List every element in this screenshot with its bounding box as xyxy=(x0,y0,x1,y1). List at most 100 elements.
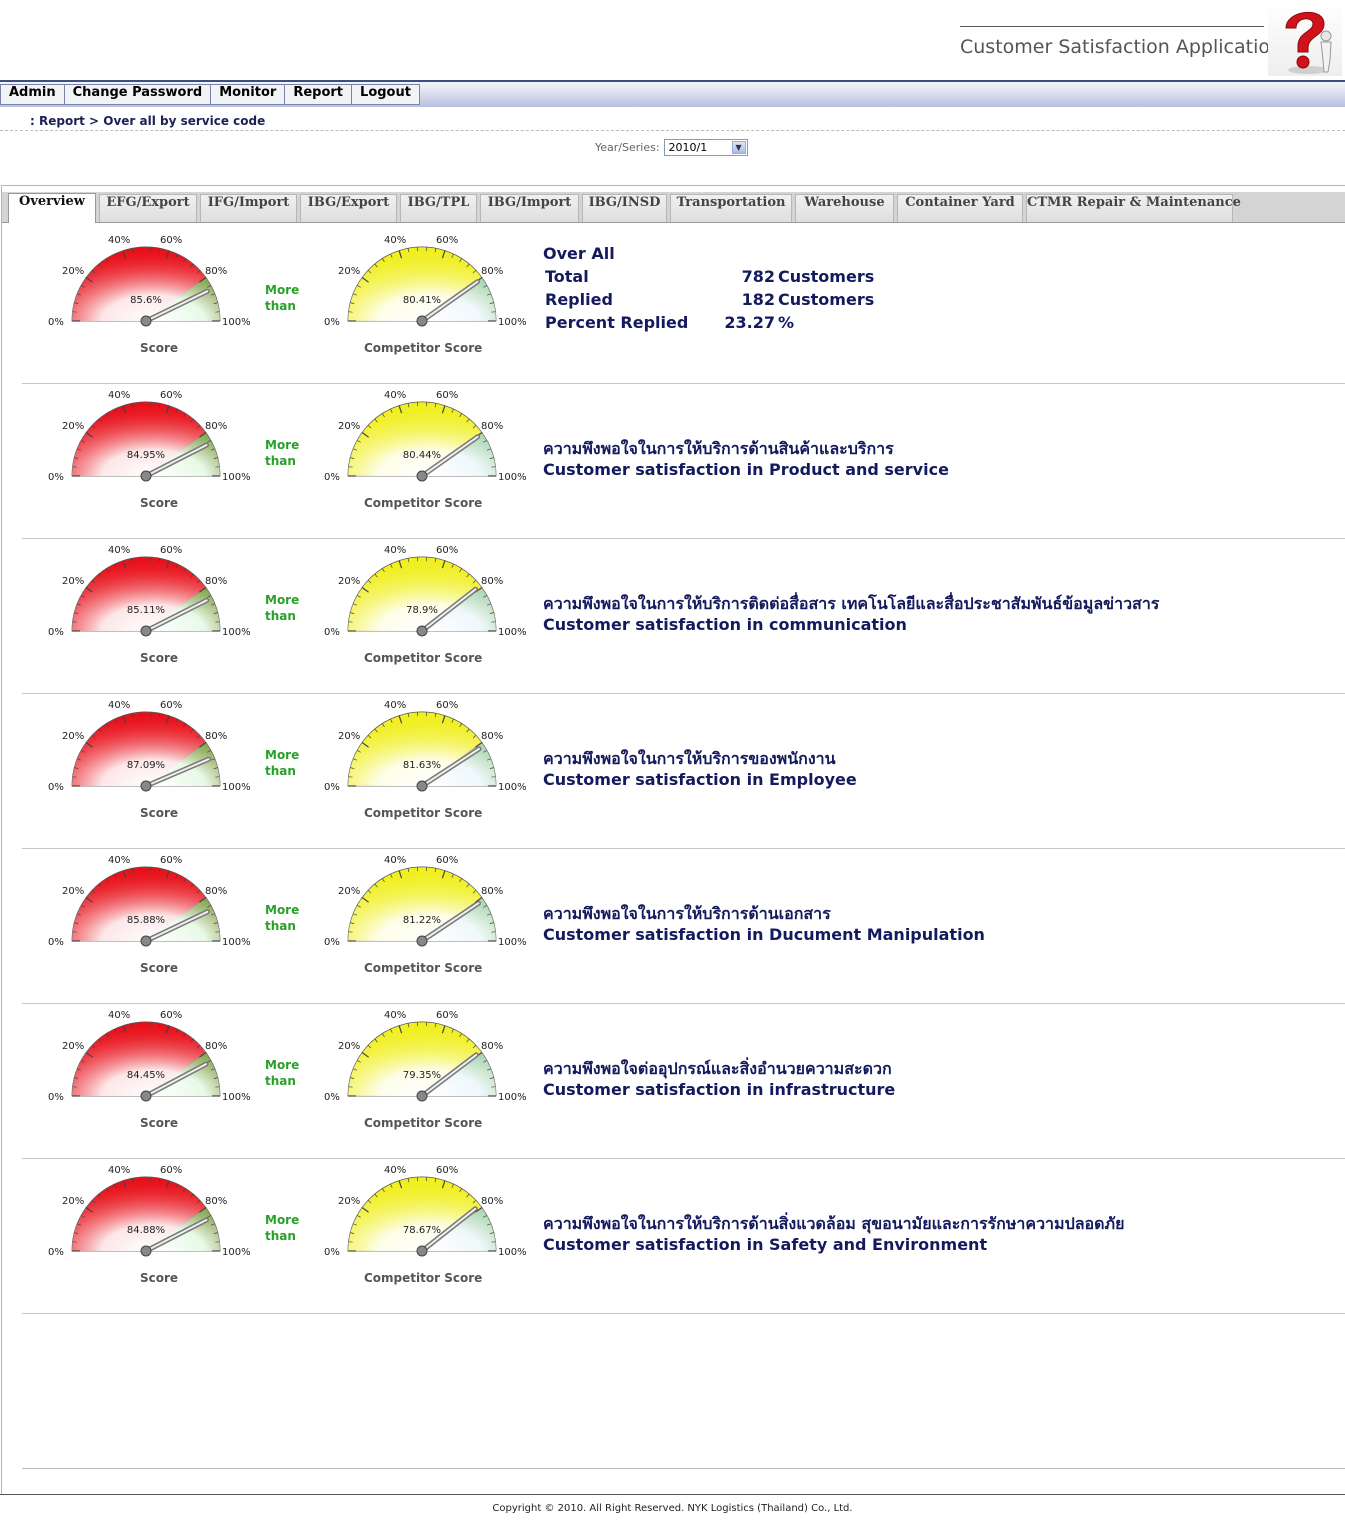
menu-change-password[interactable]: Change Password xyxy=(64,84,212,105)
score-gauge-dial: 0% 20% 40% 60% 80% 100% 85.11% xyxy=(48,545,251,638)
competitor-gauge-tick-label: 20% xyxy=(338,1041,360,1052)
tab-efg-export[interactable]: EFG/Export xyxy=(99,194,197,222)
tab-ibg-export[interactable]: IBG/Export xyxy=(300,194,397,222)
score-gauge-tick-label: 0% xyxy=(48,317,64,328)
competitor-gauge-tick xyxy=(348,931,353,933)
competitor-gauge: 0% 20% 40% 60% 80% 100% 80.41% Competitor Score xyxy=(298,229,538,369)
tab-ctmr-repair-maintenance[interactable]: CTMR Repair & Maintenance xyxy=(1026,194,1241,222)
score-gauge-tick-label: 40% xyxy=(108,700,130,711)
score-gauge-tick-label: 0% xyxy=(48,627,64,638)
competitor-gauge-tick xyxy=(348,311,353,313)
score-gauge: 0% 20% 40% 60% 80% 100% 87.09% Score xyxy=(22,694,262,834)
competitor-gauge-tick-label: 60% xyxy=(436,390,458,401)
app-title: Customer Satisfaction Application. xyxy=(960,36,1289,58)
competitor-gauge-dial: 0% 20% 40% 60% 80% 100% 80.44% xyxy=(324,390,527,483)
score-gauge-dial: 0% 20% 40% 60% 80% 100% 84.95% xyxy=(48,390,251,483)
competitor-gauge-dial: 0% 20% 40% 60% 80% 100% 78.67% xyxy=(324,1165,527,1258)
competitor-gauge-tick-label: 40% xyxy=(384,545,406,556)
competitor-gauge-tick xyxy=(491,1241,496,1243)
score-gauge-tick-label: 0% xyxy=(48,937,64,948)
competitor-gauge-tick xyxy=(491,466,496,468)
score-gauge-tick-label: 100% xyxy=(222,937,251,948)
header: Customer Satisfaction Application. xyxy=(0,0,1345,80)
score-gauge-dial: 0% 20% 40% 60% 80% 100% 84.45% xyxy=(48,1010,251,1103)
category-title-english: Customer satisfaction in infrastructure xyxy=(543,1080,896,1099)
service-tabs: Overview EFG/Export IFG/Import IBG/Expor… xyxy=(2,192,1345,223)
menu-admin[interactable]: Admin xyxy=(0,84,65,105)
score-gauge-hub xyxy=(140,1090,152,1102)
score-gauge-tick-label: 0% xyxy=(48,1247,64,1258)
score-gauge-tick-label: 40% xyxy=(108,855,130,866)
score-gauge-dial: 0% 20% 40% 60% 80% 100% 85.6% xyxy=(48,235,251,328)
competitor-gauge-tick-label: 0% xyxy=(324,472,340,483)
score-gauge-tick-label: 0% xyxy=(48,782,64,793)
score-gauge-value: 85.88% xyxy=(127,915,165,926)
competitor-gauge-tick-label: 80% xyxy=(481,266,503,277)
score-gauge: 0% 20% 40% 60% 80% 100% 84.95% Score xyxy=(22,384,262,524)
tab-container-yard[interactable]: Container Yard xyxy=(897,194,1023,222)
competitor-gauge-tick-label: 60% xyxy=(436,855,458,866)
competitor-gauge-dial: 0% 20% 40% 60% 80% 100% 81.63% xyxy=(324,700,527,793)
competitor-gauge-tick-label: 0% xyxy=(324,937,340,948)
year-series-filter: Year/Series: 2010/1 ▼ xyxy=(595,139,748,156)
score-gauge-tick-label: 80% xyxy=(205,266,227,277)
competitor-gauge-tick-label: 80% xyxy=(481,1041,503,1052)
menu-logout[interactable]: Logout xyxy=(352,84,420,105)
competitor-gauge-dial: 0% 20% 40% 60% 80% 100% 81.22% xyxy=(324,855,527,948)
score-label: Score xyxy=(140,961,179,975)
score-gauge-tick-label: 100% xyxy=(222,782,251,793)
competitor-gauge-tick-label: 20% xyxy=(338,731,360,742)
score-gauge-shine xyxy=(72,402,220,476)
competitor-gauge-value: 79.35% xyxy=(403,1070,441,1081)
score-gauge-tick xyxy=(72,621,77,623)
competitor-gauge-hub xyxy=(416,470,428,482)
category-row: 0% 20% 40% 60% 80% 100% 87.09% Score More than 0% 2… xyxy=(22,694,1345,849)
category-row: 0% 20% 40% 60% 80% 100% 84.45% Score More than 0% 2… xyxy=(22,1004,1345,1159)
competitor-gauge-tick-label: 40% xyxy=(384,1010,406,1021)
menu-report[interactable]: Report xyxy=(285,84,353,105)
category-title-english: Customer satisfaction in Safety and Envi… xyxy=(543,1235,988,1254)
score-label: Score xyxy=(140,496,179,510)
category-title-english: Customer satisfaction in Employee xyxy=(543,770,857,789)
score-gauge-tick-label: 20% xyxy=(62,886,84,897)
score-gauge-tick-label: 20% xyxy=(62,421,84,432)
score-gauge-hub xyxy=(140,315,152,327)
content-bottom-divider xyxy=(22,1468,1345,1469)
tab-warehouse[interactable]: Warehouse xyxy=(795,194,894,222)
competitor-gauge-tick-label: 100% xyxy=(498,937,527,948)
competitor-gauge-hub xyxy=(416,1245,428,1257)
competitor-gauge-tick-label: 60% xyxy=(436,545,458,556)
score-label: Score xyxy=(140,806,179,820)
score-gauge-hub xyxy=(140,625,152,637)
competitor-gauge-tick-label: 40% xyxy=(384,700,406,711)
score-gauge-tick xyxy=(72,776,77,778)
score-gauge-value: 85.11% xyxy=(127,605,165,616)
competitor-gauge-shine xyxy=(348,712,496,786)
percent-replied-value: 23.27 xyxy=(724,313,775,332)
menu-monitor[interactable]: Monitor xyxy=(211,84,286,105)
year-series-select[interactable]: 2010/1 ▼ xyxy=(663,139,748,156)
tab-ibg-tpl[interactable]: IBG/TPL xyxy=(400,194,477,222)
tab-overview[interactable]: Overview xyxy=(8,193,96,223)
competitor-gauge-tick-label: 0% xyxy=(324,1247,340,1258)
category-row: 0% 20% 40% 60% 80% 100% 85.88% Score More than 0% 2… xyxy=(22,849,1345,1004)
score-gauge-hub xyxy=(140,1245,152,1257)
competitor-gauge-tick-label: 60% xyxy=(436,235,458,246)
chevron-down-icon[interactable]: ▼ xyxy=(731,141,746,154)
competitor-gauge-value: 78.67% xyxy=(403,1225,441,1236)
competitor-gauge: 0% 20% 40% 60% 80% 100% 81.22% Competitor Score xyxy=(298,849,538,989)
tab-transportation[interactable]: Transportation xyxy=(670,194,792,222)
score-gauge: 0% 20% 40% 60% 80% 100% 85.6% Score xyxy=(22,229,262,369)
tab-ibg-import[interactable]: IBG/Import xyxy=(480,194,579,222)
category-description: ความพึงพอใจในการให้บริการติดต่อสื่อสาร เ… xyxy=(543,593,1159,635)
competitor-gauge-tick-label: 20% xyxy=(338,266,360,277)
score-gauge-tick-label: 60% xyxy=(160,855,182,866)
competitor-gauge-tick-label: 100% xyxy=(498,1247,527,1258)
competitor-gauge-tick-label: 60% xyxy=(436,1165,458,1176)
tab-ibg-insd[interactable]: IBG/INSD xyxy=(582,194,667,222)
competitor-gauge-tick-label: 100% xyxy=(498,317,527,328)
score-gauge-tick-label: 100% xyxy=(222,472,251,483)
tab-ifg-import[interactable]: IFG/Import xyxy=(200,194,297,222)
competitor-gauge: 0% 20% 40% 60% 80% 100% 78.9% Competitor Score xyxy=(298,539,538,679)
total-value: 782 xyxy=(741,267,775,286)
